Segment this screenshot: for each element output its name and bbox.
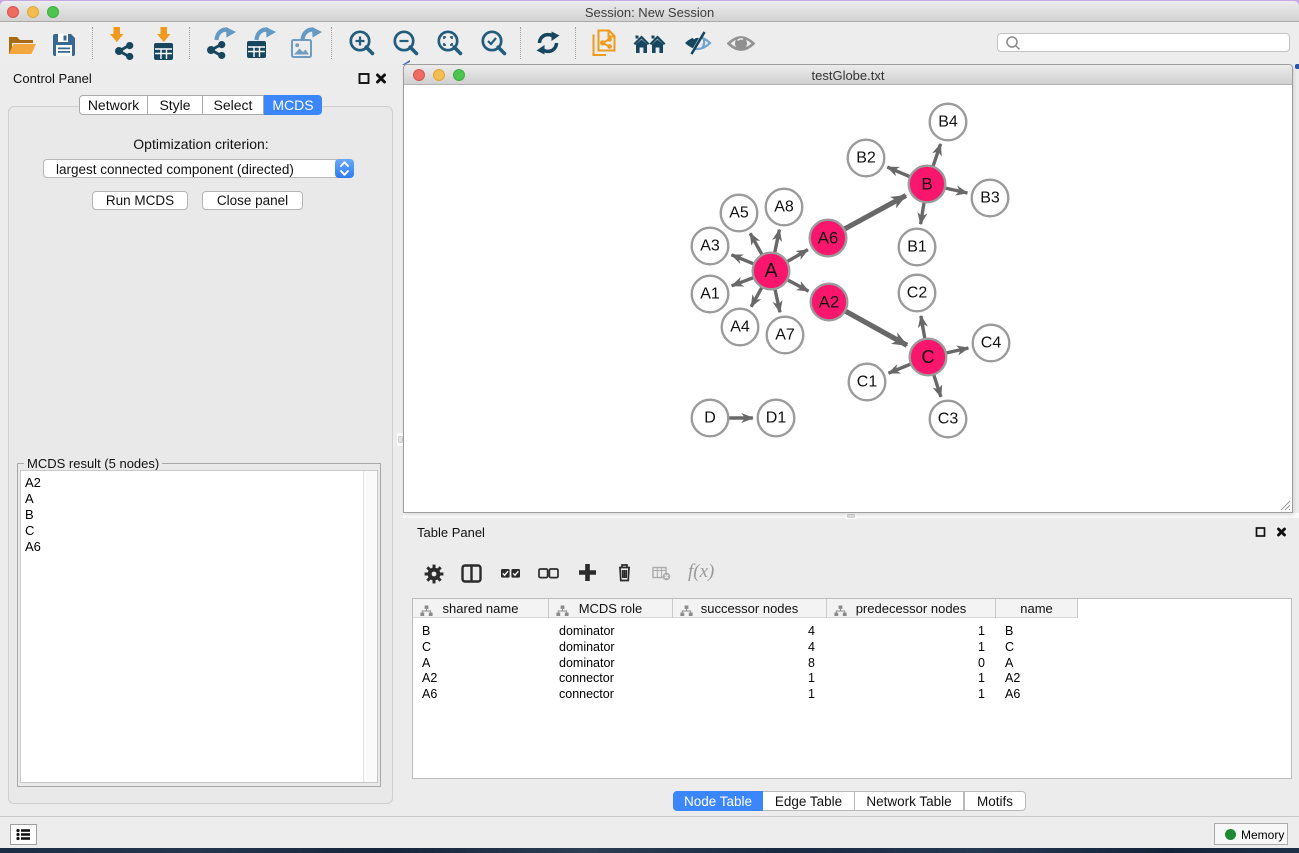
svg-text:A8: A8 <box>774 199 794 216</box>
svg-text:C4: C4 <box>981 335 1002 352</box>
svg-text:A6: A6 <box>818 229 839 248</box>
svg-text:C2: C2 <box>907 285 928 302</box>
svg-text:C3: C3 <box>938 411 959 428</box>
svg-text:B2: B2 <box>856 150 876 167</box>
svg-text:A5: A5 <box>729 205 749 222</box>
svg-text:A1: A1 <box>700 286 720 303</box>
svg-text:C1: C1 <box>857 374 878 391</box>
svg-text:A3: A3 <box>700 238 720 255</box>
svg-text:A: A <box>764 260 778 282</box>
svg-text:D: D <box>704 410 716 427</box>
svg-text:C: C <box>922 347 935 367</box>
svg-text:A2: A2 <box>819 293 840 312</box>
svg-text:B1: B1 <box>907 239 927 256</box>
svg-text:B4: B4 <box>938 114 958 131</box>
svg-text:D1: D1 <box>766 410 787 427</box>
svg-text:B3: B3 <box>980 190 1000 207</box>
svg-text:A7: A7 <box>775 327 795 344</box>
svg-text:B: B <box>921 175 932 194</box>
svg-text:A4: A4 <box>730 319 750 336</box>
